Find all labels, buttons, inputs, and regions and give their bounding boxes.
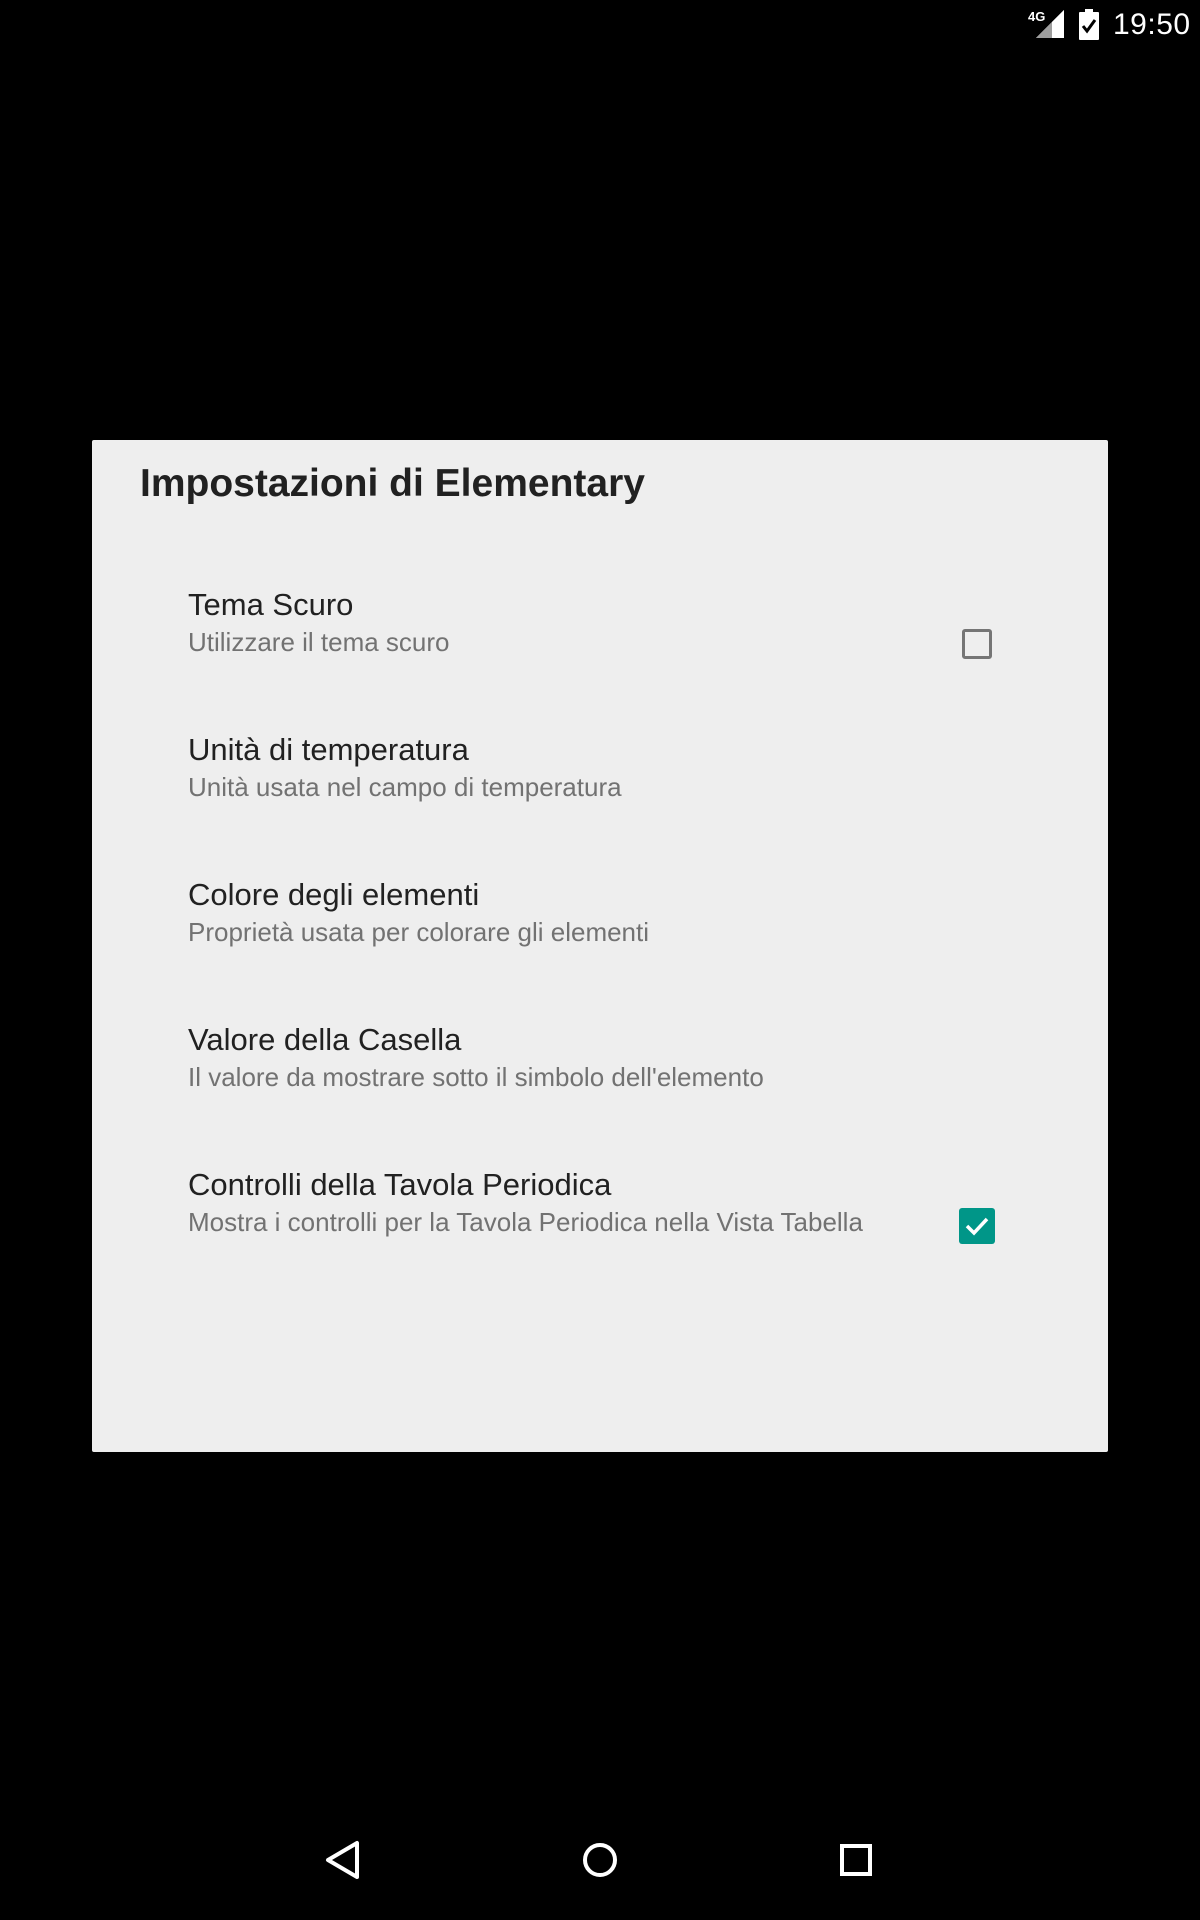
cell-signal-icon bbox=[1036, 10, 1064, 38]
pref-title: Valore della Casella bbox=[188, 1022, 462, 1057]
pref-temperature-unit[interactable]: Unità di temperatura Unità usata nel cam… bbox=[92, 730, 1108, 875]
pref-title: Unità di temperatura bbox=[188, 732, 469, 767]
pref-tile-value[interactable]: Valore della Casella Il valore da mostra… bbox=[92, 1020, 1108, 1165]
dialog-title: Impostazioni di Elementary bbox=[140, 462, 645, 505]
settings-dialog: Impostazioni di Elementary Tema Scuro Ut… bbox=[92, 440, 1108, 1452]
back-icon bbox=[326, 1841, 359, 1879]
pref-element-color[interactable]: Colore degli elementi Proprietà usata pe… bbox=[92, 875, 1108, 1020]
pref-summary: Mostra i controlli per la Tavola Periodi… bbox=[188, 1207, 863, 1237]
pref-summary: Il valore da mostrare sotto il simbolo d… bbox=[188, 1062, 764, 1092]
pref-dark-theme[interactable]: Tema Scuro Utilizzare il tema scuro bbox=[92, 585, 1108, 730]
recents-icon bbox=[840, 1844, 872, 1876]
battery-charging-icon bbox=[1079, 9, 1099, 40]
back-button[interactable] bbox=[284, 1800, 404, 1920]
status-clock: 19:50 bbox=[1113, 8, 1191, 41]
pref-summary: Unità usata nel campo di temperatura bbox=[188, 772, 622, 802]
home-button[interactable] bbox=[540, 1800, 660, 1920]
navigation-bar bbox=[0, 1800, 1200, 1920]
pref-summary: Proprietà usata per colorare gli element… bbox=[188, 917, 650, 947]
check-icon bbox=[965, 1217, 989, 1236]
pref-title: Controlli della Tavola Periodica bbox=[188, 1167, 612, 1202]
recents-button[interactable] bbox=[796, 1800, 916, 1920]
status-bar: 4G 19:50 bbox=[0, 0, 1200, 50]
pref-summary: Utilizzare il tema scuro bbox=[188, 627, 450, 657]
pref-periodic-table-controls[interactable]: Controlli della Tavola Periodica Mostra … bbox=[92, 1165, 1108, 1345]
pref-title: Colore degli elementi bbox=[188, 877, 480, 912]
home-icon bbox=[583, 1843, 617, 1877]
pref-title: Tema Scuro bbox=[188, 587, 354, 622]
periodic-table-controls-checkbox[interactable] bbox=[959, 1208, 995, 1244]
dark-theme-checkbox[interactable] bbox=[962, 629, 992, 659]
